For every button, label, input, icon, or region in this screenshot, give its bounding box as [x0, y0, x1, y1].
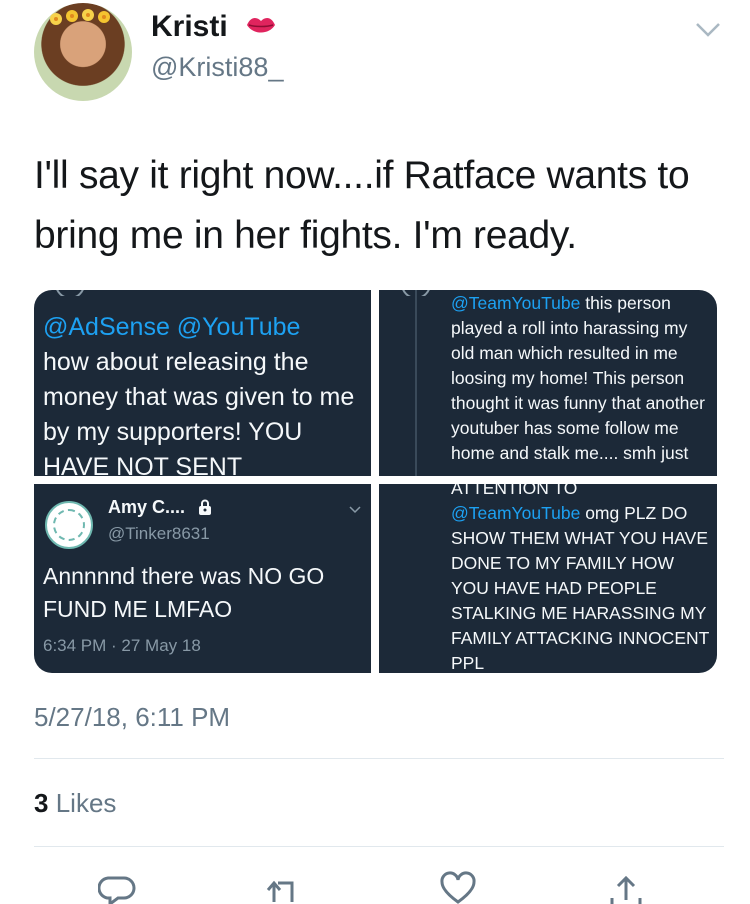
mention-youtube: @YouTube: [176, 313, 301, 341]
image-1-body: how about releasing the money that was g…: [43, 348, 355, 476]
chevron-down-icon: [349, 506, 361, 514]
mention-adsense: @AdSense: [43, 313, 170, 341]
image-1-text: @AdSense @YouTube how about releasing th…: [43, 310, 368, 476]
thread-line: [415, 290, 417, 476]
user-handle[interactable]: @Kristi88_: [151, 52, 283, 83]
display-name[interactable]: Kristi: [151, 10, 228, 44]
share-icon[interactable]: [606, 870, 646, 904]
tweet-text: I'll say it right now....if Ratface want…: [34, 154, 690, 257]
quoted-user-avatar: [45, 501, 93, 549]
chevron-down-icon[interactable]: [695, 22, 721, 38]
cropped-header: [56, 290, 84, 296]
likes-label: Likes: [55, 788, 117, 818]
image-4-body: omg PLZ DO SHOW THEM WHAT YOU HAVE DONE …: [451, 503, 710, 673]
flower-crown-icon: [50, 9, 110, 25]
tweet-image-2[interactable]: @TeamYouTube this person played a roll i…: [379, 290, 717, 476]
lips-emoji-icon: [247, 18, 275, 33]
mention-teamyoutube: @TeamYouTube: [451, 503, 581, 523]
divider: [34, 758, 724, 759]
likes-count[interactable]: 3 Likes: [34, 788, 116, 819]
reply-icon[interactable]: [98, 870, 138, 904]
tweet-timestamp[interactable]: 5/27/18, 6:11 PM: [34, 702, 230, 733]
quoted-user-name: Amy C....: [108, 497, 186, 517]
tweet-image-3[interactable]: Amy C.... @Tinker8631 Annnnnd there was …: [34, 484, 371, 673]
mention-teamyoutube: @TeamYouTube: [451, 293, 581, 313]
lock-icon: [199, 499, 211, 515]
retweet-icon[interactable]: [264, 870, 304, 904]
quoted-tweet-text: Annnnnd there was NO GO FUND ME LMFAO: [43, 563, 325, 622]
heart-icon[interactable]: [438, 870, 478, 904]
tweet-image-1[interactable]: @AdSense @YouTube how about releasing th…: [34, 290, 371, 476]
tweet-image-4[interactable]: ATTENTION TO @TeamYouTube omg PLZ DO SHO…: [379, 484, 717, 673]
user-avatar[interactable]: [34, 3, 132, 101]
image-4-text: ATTENTION TO @TeamYouTube omg PLZ DO SHO…: [451, 484, 713, 673]
image-2-body: this person played a roll into harassing…: [451, 293, 705, 463]
divider: [34, 846, 724, 847]
likes-number: 3: [34, 788, 49, 818]
quoted-tweet-time: 6:34 PM · 27 May 18: [43, 636, 201, 655]
image-4-header: ATTENTION TO: [451, 484, 578, 498]
quoted-user-handle: @Tinker8631: [108, 524, 210, 543]
image-2-text: @TeamYouTube this person played a roll i…: [451, 291, 713, 466]
